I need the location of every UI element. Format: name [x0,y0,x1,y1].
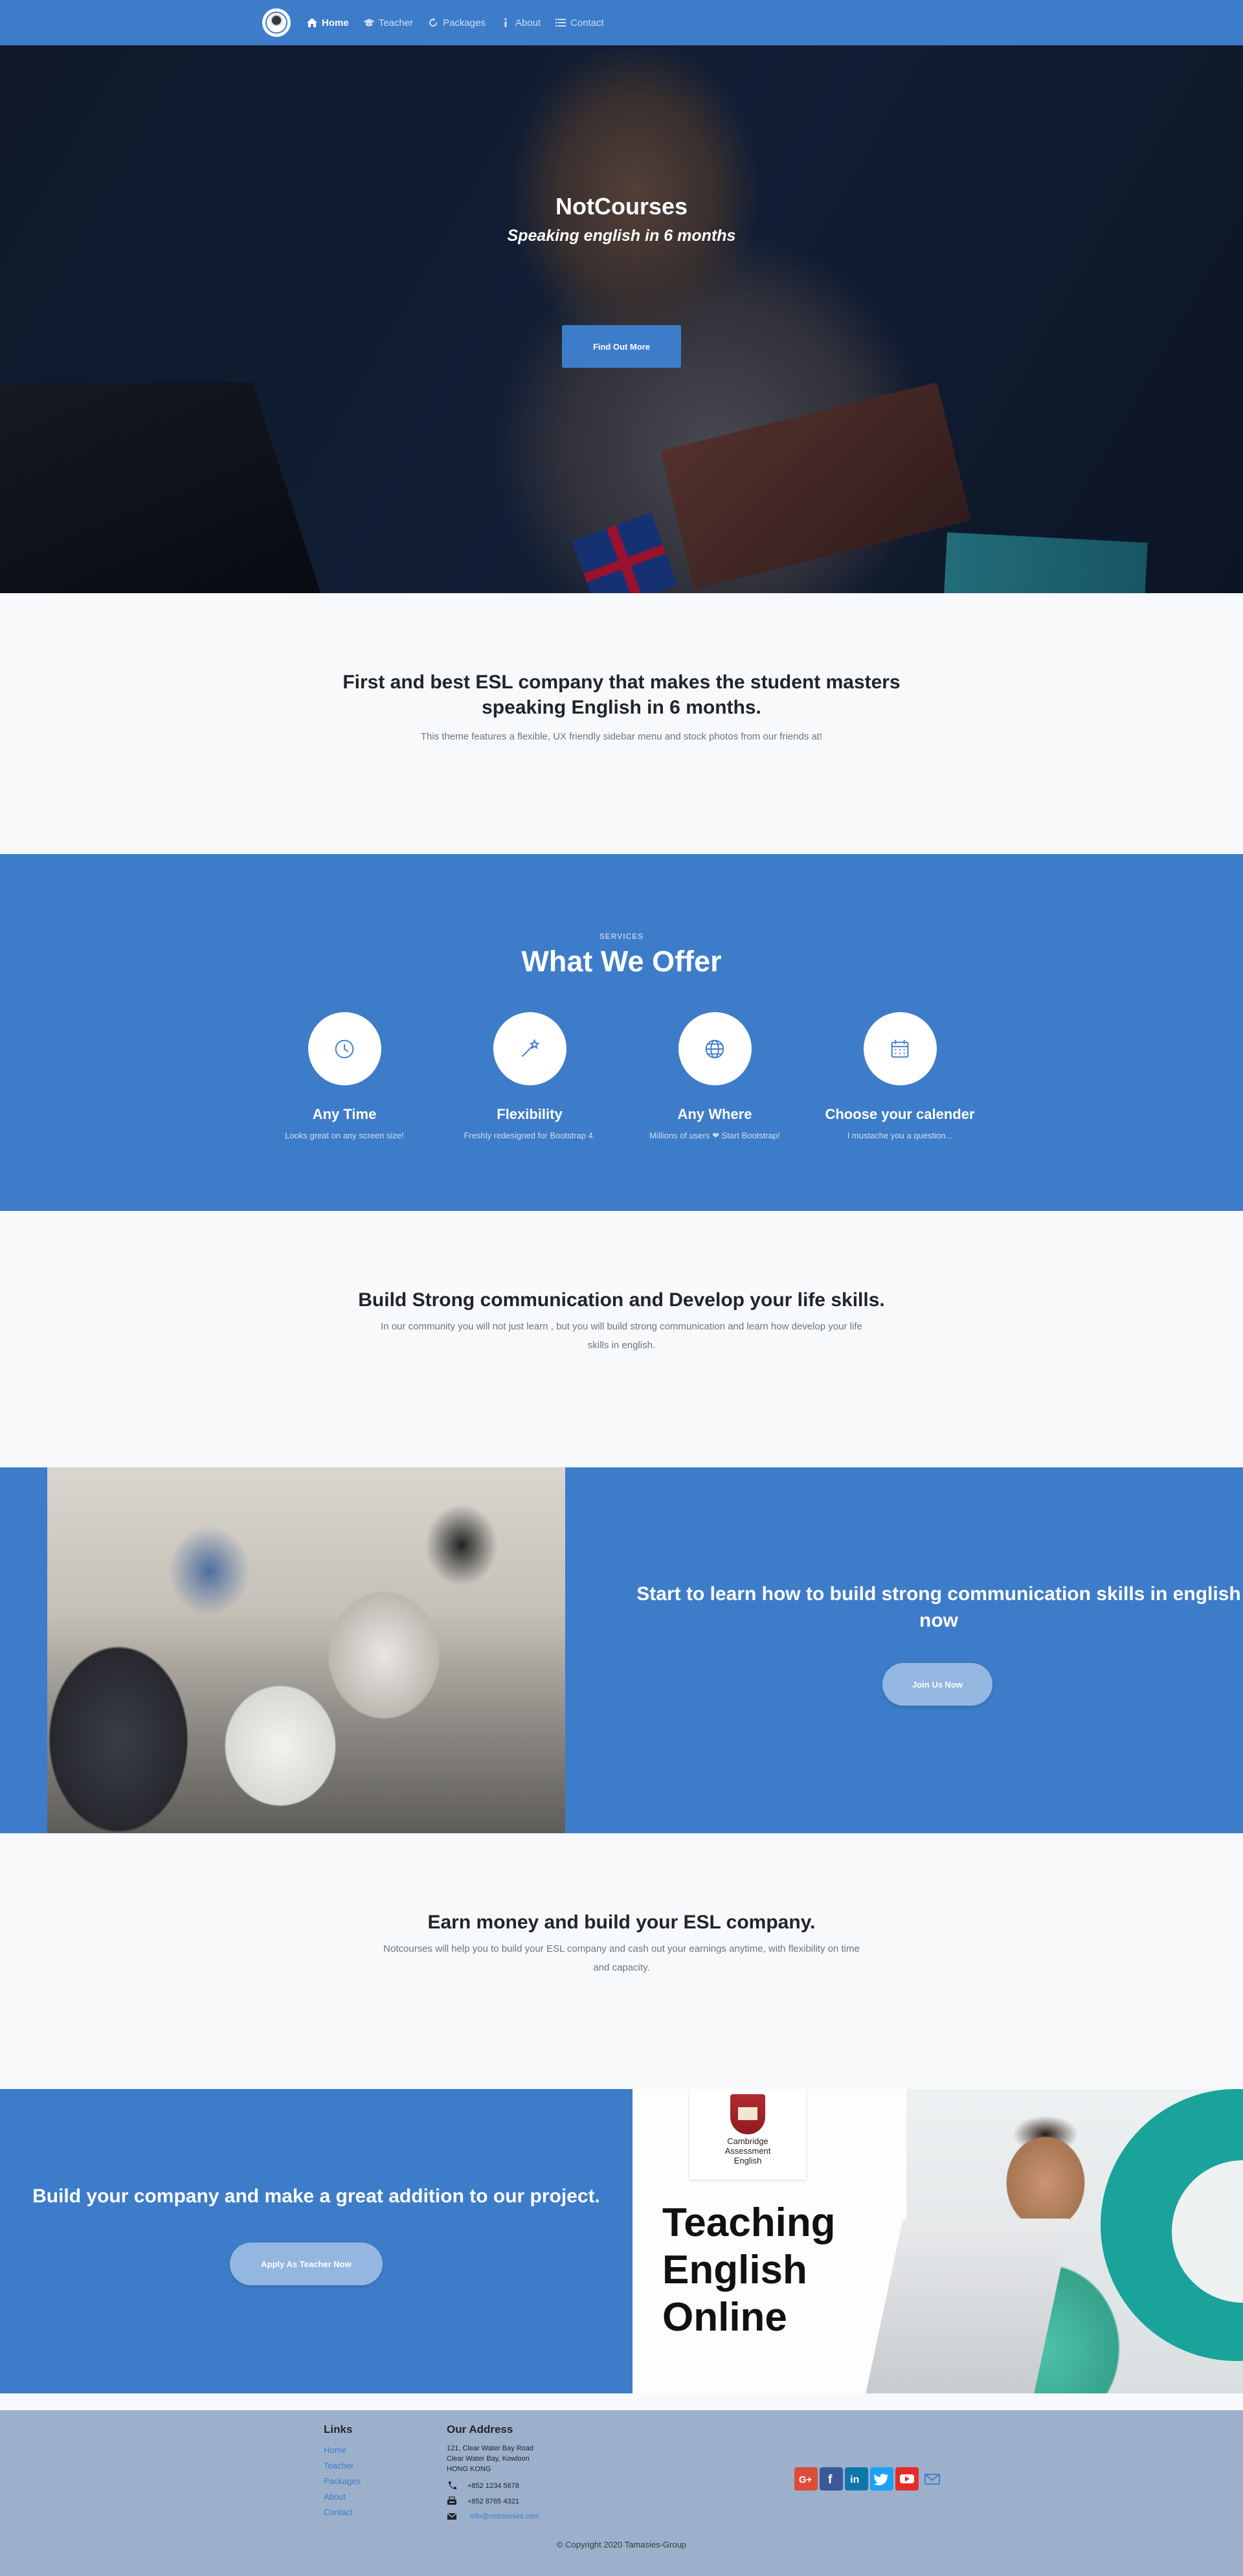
communication-section: Build Strong communication and Develop y… [0,1211,1243,1467]
services-eyebrow: SERVICES [599,932,644,941]
phone-icon [447,2481,457,2490]
service-text: Millions of users ❤ Start Bootstrap! [649,1131,780,1140]
svg-text:G+: G+ [799,2474,812,2485]
phone-number: +852 1234 5678 [467,2482,519,2490]
intro-text: This theme features a flexible, UX frien… [420,731,823,742]
mail-icon[interactable] [921,2467,944,2491]
address-line-2: Clear Water Bay, Kowloon [447,2455,530,2463]
service-text: Freshly redesigned for Bootstrap 4. [464,1131,596,1140]
communication-text: In our community you will not just learn… [381,1321,862,1351]
copyright: © Copyright 2020 Tamasies-Group [556,2540,687,2549]
google-plus-icon[interactable]: G+ [794,2467,818,2491]
nav-contact-label: Contact [570,17,604,28]
service-text: Looks great on any screen size! [285,1131,404,1140]
footer-link-teacher[interactable]: Teacher [324,2461,353,2470]
company-heading: Build your company and make a great addi… [32,2186,600,2207]
envelope-icon [447,2512,457,2521]
nav-home[interactable]: Home [306,17,349,28]
fax-icon [447,2496,457,2505]
earn-section: Earn money and build your ESL company. N… [0,1833,1243,2089]
footer-links-title: Links [324,2423,353,2435]
company-section: Build your company and make a great addi… [0,2089,1243,2393]
nav-about-label: About [515,17,541,28]
nav-teacher[interactable]: Teacher [363,17,413,28]
globe-icon [678,1012,752,1085]
hero-subtitle: Speaking english in 6 months [507,227,736,245]
refresh-icon [427,17,439,28]
list-icon [555,17,566,28]
cambridge-shield-icon [730,2094,765,2134]
brand-logo[interactable] [262,8,291,37]
intro-heading: First and best ESL company that makes th… [342,672,901,718]
facebook-icon[interactable]: f [820,2467,843,2491]
service-flexibility: Flexibility Freshly redesigned for Boots… [445,1012,614,1140]
footer-link-packages[interactable]: Packages [324,2476,361,2486]
nav-packages[interactable]: Packages [427,17,486,28]
nav-contact[interactable]: Contact [555,17,604,28]
cambridge-badge: Cambridge Assessment English [689,2089,806,2180]
service-any-time: Any Time Looks great on any screen size! [260,1012,429,1140]
hero-section [0,45,1243,593]
footer-email-link[interactable]: info@notcourses.com [470,2513,539,2520]
navbar: Home Teacher Packages About Contact [0,0,1243,45]
services-title: What We Offer [521,945,722,978]
image-headline: Teaching English Online [662,2200,836,2340]
service-title: Flexibility [497,1106,563,1122]
clock-icon [308,1012,381,1085]
learn-heading: Start to learn how to build strong commu… [636,1583,1241,1631]
address-line-3: HONG KONG [447,2465,491,2473]
twitter-icon[interactable] [870,2467,893,2491]
earn-text: Notcourses will help you to build your E… [383,1943,860,1973]
info-icon [500,17,511,28]
linkedin-icon[interactable]: in [845,2467,868,2491]
teaching-english-online-image: Cambridge Assessment English Teaching Engli… [633,2089,1243,2393]
nav-packages-label: Packages [443,17,486,28]
service-title: Choose your calender [825,1106,975,1122]
communication-heading: Build Strong communication and Develop y… [358,1289,885,1311]
service-title: Any Time [312,1106,377,1122]
calendar-icon [863,1012,937,1085]
earn-heading: Earn money and build your ESL company. [427,1912,816,1933]
learn-section: Start to learn how to build strong commu… [0,1467,1243,1833]
fax-number: +852 8765 4321 [467,2498,519,2505]
youtube-icon[interactable] [895,2467,919,2491]
social-links: G+ f in [794,2467,944,2491]
hero-title: NotCourses [555,193,688,220]
nav-about[interactable]: About [500,17,541,28]
address-line-1: 121, Clear Water Bay Road [447,2445,534,2452]
svg-text:in: in [850,2474,859,2485]
apply-as-teacher-button[interactable]: Apply As Teacher Now [230,2243,383,2285]
nav-teacher-label: Teacher [378,17,414,28]
nav-home-label: Home [322,17,349,28]
services-section: SERVICES What We Offer Any Time Looks gr… [0,854,1243,1211]
footer-link-about[interactable]: About [324,2492,346,2502]
service-title: Any Where [677,1106,752,1122]
service-any-where: Any Where Millions of users ❤ Start Boot… [631,1012,799,1141]
footer [0,2410,1243,2576]
footer-link-home[interactable]: Home [324,2445,346,2455]
service-text: I mustache you a question... [847,1131,953,1140]
intro-section: First and best ESL company that makes th… [0,593,1243,854]
footer-link-contact[interactable]: Contact [324,2507,353,2517]
svg-text:f: f [828,2473,833,2486]
graduation-cap-icon [363,17,375,28]
footer-address-title: Our Address [447,2423,513,2435]
home-icon [306,17,318,28]
magic-wand-icon [493,1012,566,1085]
classroom-photo [47,1467,565,1833]
find-out-more-button[interactable]: Find Out More [562,325,681,368]
join-us-now-button[interactable]: Join Us Now [882,1663,992,1706]
service-calender: Choose your calender I mustache you a qu… [816,1012,984,1140]
